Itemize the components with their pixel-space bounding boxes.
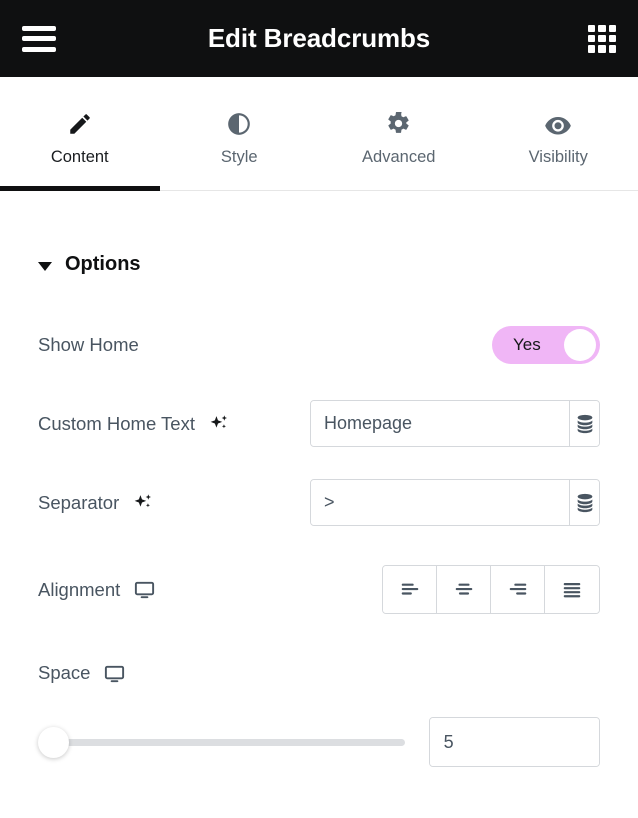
panel-body: Options Show Home Yes Custom Home Text H… — [0, 191, 638, 767]
toggle-knob — [564, 329, 596, 361]
active-tab-indicator — [0, 186, 160, 191]
slider-knob[interactable] — [38, 726, 69, 758]
toggle-value-label: Yes — [513, 335, 541, 354]
tab-advanced[interactable]: Advanced — [319, 77, 479, 190]
tab-label: Style — [220, 147, 258, 166]
grid-cell — [598, 24, 606, 32]
custom-home-text-control — [310, 400, 600, 447]
chevron-down-icon — [38, 261, 52, 271]
sparkles-icon[interactable] — [208, 413, 230, 435]
desktop-icon[interactable] — [133, 578, 156, 601]
grid-apps-icon[interactable] — [588, 24, 616, 53]
row-alignment: Alignment — [0, 565, 638, 614]
alignment-button-group — [382, 565, 600, 614]
tab-label: Content — [50, 147, 109, 166]
database-icon[interactable] — [569, 480, 599, 525]
custom-home-text-label-text: Custom Home Text — [38, 412, 195, 434]
space-label-text: Space — [38, 662, 91, 683]
space-label: Space — [38, 662, 126, 685]
space-slider[interactable] — [38, 726, 405, 758]
separator-input-group — [310, 479, 600, 526]
active-tab-indicator — [479, 186, 638, 191]
separator-label-text: Separator — [38, 491, 120, 513]
separator-label: Separator — [38, 492, 154, 514]
pencil-icon — [67, 111, 93, 137]
tab-style[interactable]: Style — [160, 77, 320, 190]
row-custom-home-text: Custom Home Text — [0, 400, 638, 447]
space-number-input-group — [428, 717, 600, 767]
tab-content[interactable]: Content — [0, 77, 160, 191]
space-slider-row — [0, 717, 638, 767]
custom-home-text-label: Custom Home Text — [38, 413, 230, 435]
desktop-icon[interactable] — [103, 662, 126, 685]
custom-home-text-input[interactable] — [311, 401, 569, 446]
separator-control — [310, 479, 600, 526]
row-separator: Separator — [0, 479, 638, 526]
page-title: Edit Breadcrumbs — [207, 23, 431, 53]
tab-visibility[interactable]: Visibility — [479, 77, 638, 190]
tab-label: Visibility — [528, 147, 588, 166]
separator-input[interactable] — [311, 480, 569, 525]
alignment-control — [382, 565, 600, 614]
sparkles-icon[interactable] — [132, 492, 154, 514]
grid-cell — [608, 24, 616, 32]
grid-cell — [588, 45, 596, 53]
grid-cell — [588, 24, 596, 32]
options-section-header[interactable]: Options — [0, 191, 638, 276]
align-center-icon[interactable] — [437, 566, 491, 613]
grid-cell — [608, 45, 616, 53]
slider-track — [66, 738, 405, 746]
grid-cell — [598, 34, 606, 43]
edit-breadcrumbs-panel: Edit Breadcrumbs Content Style Advanced … — [0, 0, 638, 818]
contrast-icon — [226, 111, 252, 137]
space-number-input[interactable] — [429, 718, 599, 766]
show-home-toggle[interactable]: Yes — [492, 326, 600, 364]
gear-icon — [386, 111, 411, 137]
eye-icon — [544, 111, 572, 137]
grid-cell — [608, 34, 616, 43]
grid-cell — [588, 34, 596, 43]
alignment-label: Alignment — [38, 578, 156, 601]
section-title: Options — [65, 253, 141, 275]
alignment-label-text: Alignment — [38, 578, 121, 600]
align-justify-icon[interactable] — [545, 566, 599, 613]
panel-header: Edit Breadcrumbs — [0, 0, 638, 77]
custom-home-text-input-group — [310, 400, 600, 447]
show-home-control: Yes — [492, 326, 600, 364]
row-space: Space — [0, 651, 638, 695]
grid-cell — [598, 45, 606, 53]
align-left-icon[interactable] — [383, 566, 437, 613]
database-icon[interactable] — [569, 401, 599, 446]
active-tab-indicator — [160, 186, 320, 191]
row-show-home: Show Home Yes — [0, 323, 638, 367]
tab-bar: Content Style Advanced Visibility — [0, 77, 638, 191]
show-home-label: Show Home — [38, 334, 139, 355]
active-tab-indicator — [319, 186, 479, 191]
tab-label: Advanced — [362, 147, 436, 166]
align-right-icon[interactable] — [491, 566, 545, 613]
